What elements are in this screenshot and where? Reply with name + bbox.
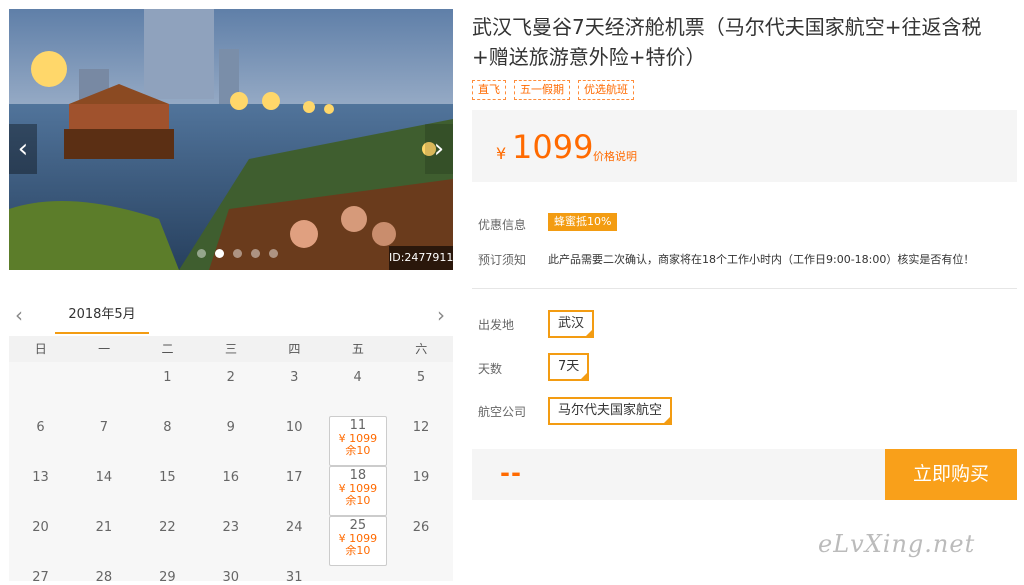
airline-label: 航空公司 — [478, 405, 527, 419]
calendar-weekday-header: 日一二三四五六 — [9, 336, 453, 362]
gallery-dot[interactable] — [233, 249, 242, 258]
calendar-day-remaining: 余10 — [345, 494, 371, 507]
calendar-day: 10 — [285, 420, 303, 435]
divider — [472, 288, 1017, 289]
image-id-label: ID:2477911 — [389, 246, 453, 270]
price-amount: 1099 — [512, 128, 594, 166]
calendar-day: 21 — [95, 520, 113, 535]
notice-text: 此产品需要二次确认，商家将在18个工作小时内（工作日9:00-18:00）核实是… — [548, 253, 975, 266]
calendar-day: 1 — [163, 370, 172, 385]
site-watermark: eLvXing.net — [818, 530, 976, 558]
calendar-day: 14 — [95, 470, 113, 485]
airline-option[interactable]: 马尔代夫国家航空 — [548, 397, 673, 425]
calendar-day: 9 — [226, 420, 235, 435]
calendar-day-number: 25 — [349, 518, 367, 533]
calendar-grid: 1 2 3 4 5 6 7 8 9 10 11 ¥ 1099 余10 12 13 14 15 16 17 18 ¥ 10… — [9, 362, 453, 585]
calendar-day: 28 — [95, 570, 113, 585]
calendar-day: 27 — [32, 570, 49, 585]
calendar-day: 7 — [99, 420, 109, 435]
product-title: 武汉飞曼谷7天经济舱机票（马尔代夫国家航空+往返含税+赠送旅游意外险+特价） — [472, 15, 982, 69]
price-explain-link[interactable]: 价格说明 — [593, 148, 637, 164]
days-label: 天数 — [478, 362, 503, 376]
calendar-day: 23 — [222, 520, 240, 535]
promo-badge: 蜂蜜抵10% — [548, 213, 618, 231]
calendar-day-number: 18 — [349, 468, 367, 483]
departure-label: 出发地 — [478, 318, 515, 332]
weekday-label: 五 — [351, 342, 364, 356]
calendar-day-available[interactable]: 18 ¥ 1099 余10 — [328, 466, 387, 516]
departure-option[interactable]: 武汉 — [548, 310, 595, 338]
gallery-pagination — [197, 249, 278, 258]
notice-label: 预订须知 — [478, 253, 527, 267]
currency-symbol: ¥ — [496, 144, 507, 163]
calendar-day: 22 — [159, 520, 176, 535]
calendar-day-remaining: 余10 — [345, 544, 371, 557]
gallery-photo — [9, 9, 453, 270]
calendar-day-remaining: 余10 — [345, 444, 371, 457]
calendar-day: 12 — [412, 420, 430, 435]
calendar-day-available[interactable]: 25 ¥ 1099 余10 — [328, 516, 387, 566]
calendar-day: 26 — [412, 520, 430, 535]
weekday-label: 二 — [161, 342, 174, 356]
calendar-nav: ‹ 2018年5月 › — [9, 300, 453, 336]
promo-label: 优惠信息 — [478, 218, 527, 232]
calendar-day: 30 — [222, 570, 240, 585]
weekday-label: 一 — [98, 342, 111, 356]
calendar-day: 20 — [32, 520, 49, 535]
calendar-day: 15 — [159, 470, 176, 485]
tag-preferred-flight: 优选航班 — [578, 80, 634, 100]
total-price-placeholder: -- — [500, 459, 522, 487]
weekday-label: 三 — [224, 342, 237, 356]
calendar-prev-month-button[interactable]: ‹ — [15, 300, 23, 330]
calendar-day: 17 — [285, 470, 303, 485]
calendar-day: 29 — [159, 570, 176, 585]
calendar-day-number: 11 — [349, 418, 367, 433]
calendar-day: 2 — [226, 370, 235, 385]
buy-now-button[interactable]: 立即购买 — [885, 449, 1017, 500]
calendar-day-available[interactable]: 11 ¥ 1099 余10 — [328, 416, 387, 466]
price-box: ¥ 1099 价格说明 — [472, 110, 1017, 182]
gallery-dot[interactable] — [197, 249, 206, 258]
gallery-dot[interactable] — [269, 249, 278, 258]
calendar-day: 3 — [290, 370, 299, 385]
weekday-label: 四 — [288, 342, 301, 356]
weekday-label: 日 — [34, 342, 47, 356]
gallery-prev-button[interactable]: ‹ — [9, 124, 37, 174]
calendar-day: 16 — [222, 470, 240, 485]
calendar-day: 13 — [32, 470, 49, 485]
calendar-day: 8 — [163, 420, 172, 435]
calendar-next-month-button[interactable]: › — [437, 300, 445, 330]
gallery-next-button[interactable]: › — [425, 124, 453, 174]
days-option[interactable]: 7天 — [548, 353, 590, 381]
calendar-day: 31 — [285, 570, 303, 585]
tag-holiday: 五一假期 — [514, 80, 570, 100]
purchase-bar: -- 立即购买 — [472, 449, 1017, 500]
calendar-month-tab[interactable]: 2018年5月 — [55, 300, 149, 334]
calendar-day: 4 — [353, 370, 362, 385]
gallery-dot[interactable] — [251, 249, 260, 258]
photo-gallery: ‹ › ID:2477911 — [9, 9, 453, 270]
weekday-label: 六 — [415, 342, 428, 356]
gallery-dot[interactable] — [215, 249, 224, 258]
calendar-day: 6 — [36, 420, 45, 435]
calendar-day: 24 — [285, 520, 303, 535]
tag-direct-flight: 直飞 — [472, 80, 506, 100]
calendar-day: 19 — [412, 470, 430, 485]
product-tags: 直飞 五一假期 优选航班 — [472, 80, 634, 100]
calendar-day: 5 — [416, 370, 426, 385]
